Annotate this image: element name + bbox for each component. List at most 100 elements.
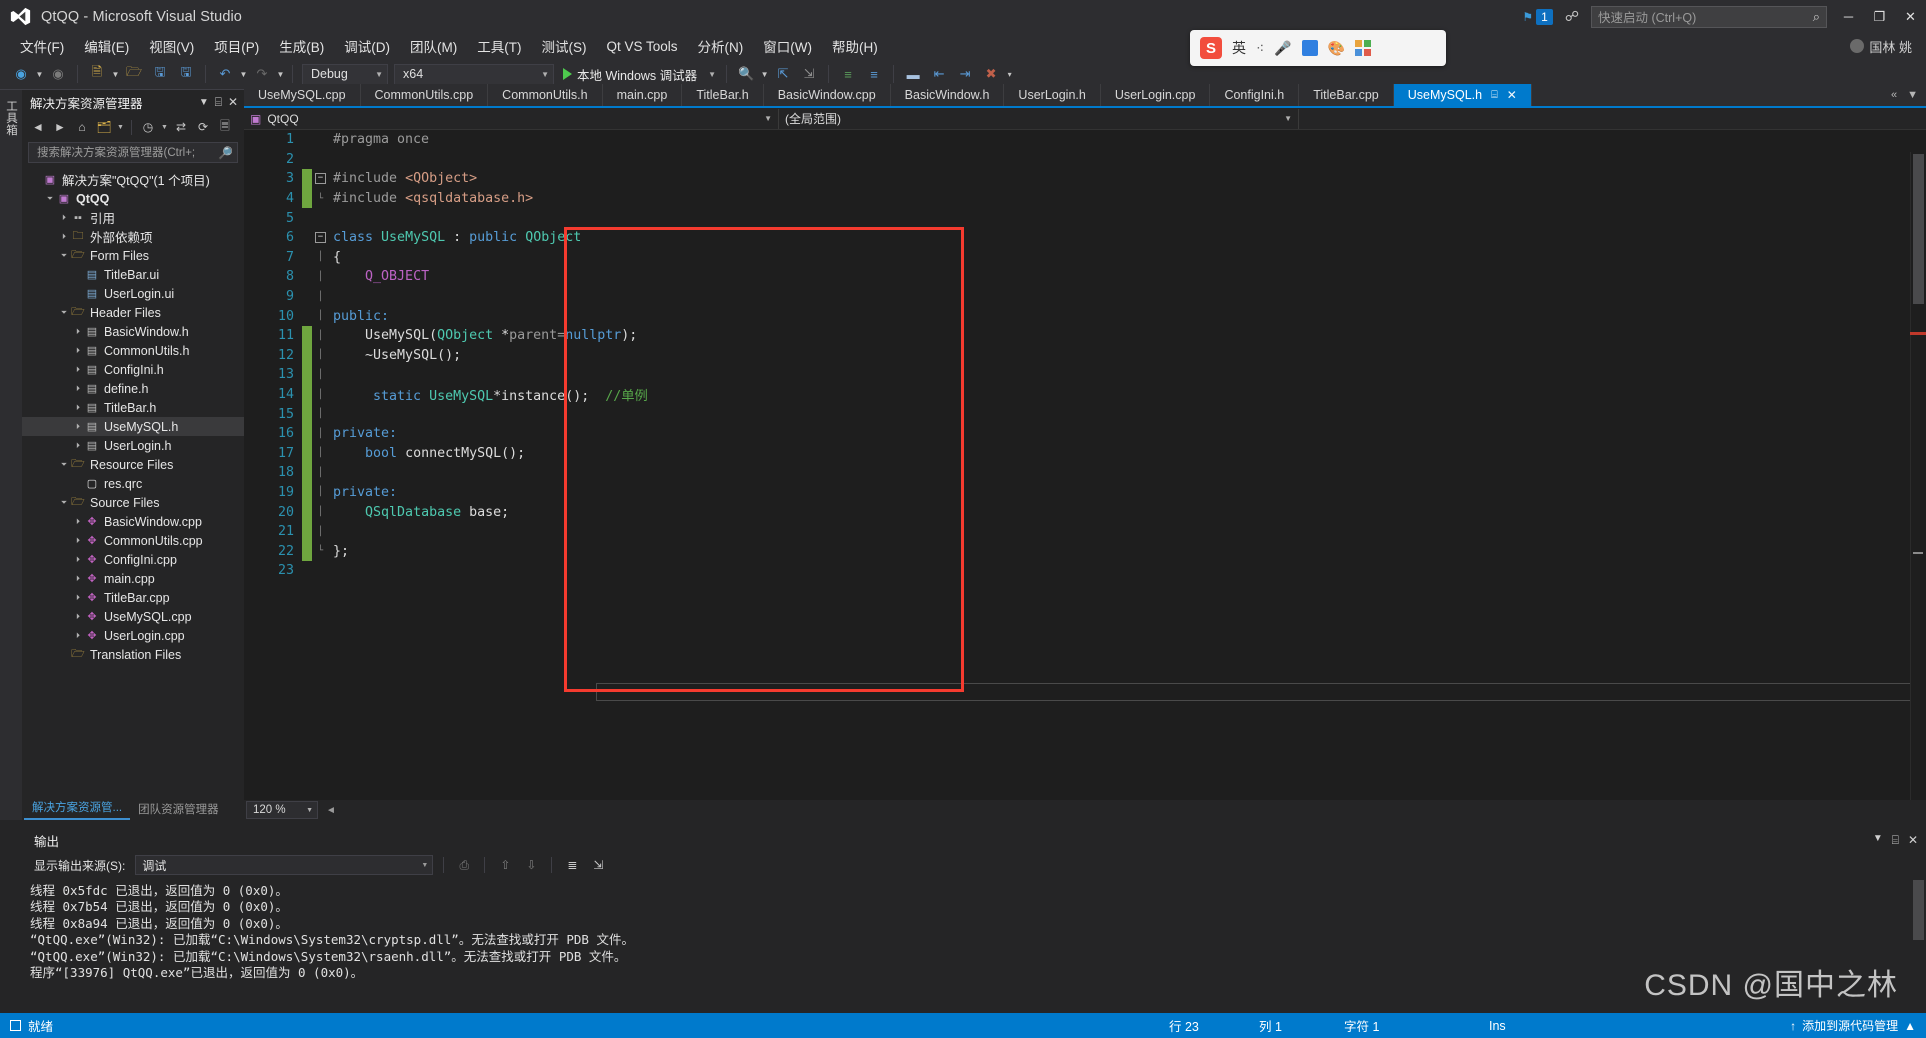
document-tab-basicwindow-h[interactable]: BasicWindow.h: [891, 84, 1005, 106]
maximize-button[interactable]: ❐: [1864, 0, 1895, 33]
feedback-icon[interactable]: ☍: [1565, 8, 1579, 25]
tree-item--[interactable]: ⏵ 🗀 外部依赖项: [22, 227, 244, 246]
tree-item--[interactable]: ⏵ ▪▪ 引用: [22, 208, 244, 227]
menu-project[interactable]: 项目(P): [204, 33, 269, 59]
fold-glyph[interactable]: │: [312, 468, 329, 478]
tree-item--qtqq-1-[interactable]: ▣ 解决方案"QtQQ"(1 个项目): [22, 170, 244, 189]
collapse-arrow-icon[interactable]: ⏵: [72, 403, 84, 413]
close-icon[interactable]: ✕: [1908, 833, 1918, 848]
open-file-icon[interactable]: 🗁: [122, 62, 146, 86]
tab-solution-explorer[interactable]: 解决方案资源管...: [24, 797, 131, 820]
tree-item-userlogin-ui[interactable]: ▤ UserLogin.ui: [22, 284, 244, 303]
collapse-arrow-icon[interactable]: ⏵: [58, 232, 70, 242]
tree-item-configini-h[interactable]: ⏵ ▤ ConfigIni.h: [22, 360, 244, 379]
menu-qt-vs-tools[interactable]: Qt VS Tools: [597, 36, 688, 57]
sync-with-active-document-icon[interactable]: ⇄: [171, 117, 191, 137]
magnifier-icon[interactable]: 🔎: [218, 146, 233, 160]
tree-item-titlebar-ui[interactable]: ▤ TitleBar.ui: [22, 265, 244, 284]
move-down-icon[interactable]: ⇩: [521, 855, 541, 875]
ime-mode-label[interactable]: 英: [1232, 38, 1246, 58]
editor-vertical-scrollbar[interactable]: [1910, 152, 1926, 820]
forward-arrow-icon[interactable]: ►: [50, 117, 70, 137]
clear-bookmarks-icon[interactable]: ✖: [979, 62, 1003, 86]
tree-item-titlebar-h[interactable]: ⏵ ▤ TitleBar.h: [22, 398, 244, 417]
fold-glyph[interactable]: −: [312, 173, 329, 185]
menu-analyze[interactable]: 分析(N): [688, 33, 754, 59]
collapse-arrow-icon[interactable]: ⏵: [72, 441, 84, 451]
close-icon[interactable]: ✕: [228, 95, 238, 109]
output-text-area[interactable]: 线程 0x5fdc 已退出，返回值为 0 (0x0)。 线程 0x7b54 已退出…: [22, 878, 1926, 1000]
redo-icon[interactable]: ↷: [250, 62, 274, 86]
pin-icon[interactable]: ⌸: [215, 95, 222, 110]
collapse-arrow-icon[interactable]: ⏵: [72, 612, 84, 622]
toolbar-overflow-icon[interactable]: ▾: [1004, 70, 1015, 79]
fold-glyph[interactable]: │: [312, 448, 329, 458]
collapse-arrow-icon[interactable]: ⏵: [72, 384, 84, 394]
menu-tools[interactable]: 工具(T): [467, 33, 531, 59]
previous-bookmark-icon[interactable]: ⇤: [927, 62, 951, 86]
chevron-down-icon[interactable]: ▼: [702, 70, 716, 79]
fold-glyph[interactable]: │: [312, 292, 329, 302]
fold-glyph[interactable]: └: [312, 546, 329, 556]
tree-item-resource-files[interactable]: ⏷ 🗁 Resource Files: [22, 455, 244, 474]
document-tab-userlogin-h[interactable]: UserLogin.h: [1004, 84, 1101, 106]
tree-item-main-cpp[interactable]: ⏵ ✥ main.cpp: [22, 569, 244, 588]
navigate-back-icon[interactable]: ◉: [9, 62, 33, 86]
menu-build[interactable]: 生成(B): [269, 33, 334, 59]
uncomment-icon[interactable]: ≡: [862, 62, 886, 86]
fold-glyph[interactable]: │: [312, 527, 329, 537]
solution-tree[interactable]: ▣ 解决方案"QtQQ"(1 个项目) ⏷ ▣ QtQQ ⏵ ▪▪ 引用 ⏵ 🗀 外部依赖项 ⏷ 🗁 Fo…: [22, 167, 244, 798]
expand-arrow-icon[interactable]: ⏷: [58, 460, 70, 470]
tree-item-define-h[interactable]: ⏵ ▤ define.h: [22, 379, 244, 398]
tree-item-qtqq[interactable]: ⏷ ▣ QtQQ: [22, 189, 244, 208]
find-icon[interactable]: 🔍: [734, 62, 758, 86]
tree-item-header-files[interactable]: ⏷ 🗁 Header Files: [22, 303, 244, 322]
fold-glyph[interactable]: │: [312, 272, 329, 282]
chevron-up-icon[interactable]: ▲: [1904, 1019, 1916, 1033]
fold-glyph[interactable]: │: [312, 507, 329, 517]
refresh-icon[interactable]: ⟳: [193, 117, 213, 137]
fold-glyph[interactable]: │: [312, 370, 329, 380]
scrollbar-thumb[interactable]: [1913, 154, 1924, 304]
tree-item-userlogin-cpp[interactable]: ⏵ ✥ UserLogin.cpp: [22, 626, 244, 645]
pending-changes-icon[interactable]: 🗂: [94, 117, 114, 137]
tree-item-basicwindow-cpp[interactable]: ⏵ ✥ BasicWindow.cpp: [22, 512, 244, 531]
tree-item-commonutils-cpp[interactable]: ⏵ ✥ CommonUtils.cpp: [22, 531, 244, 550]
keyboard-icon[interactable]: [1301, 40, 1318, 56]
minimize-button[interactable]: ─: [1833, 0, 1864, 33]
navigate-back-dropdown-icon[interactable]: ▼: [34, 70, 45, 79]
menu-window[interactable]: 窗口(W): [753, 33, 822, 59]
menu-test[interactable]: 测试(S): [532, 33, 597, 59]
document-tab-configini-h[interactable]: ConfigIni.h: [1210, 84, 1300, 106]
code-editor[interactable]: ▣ QtQQ ▼ (全局范围) ▼ 1 #pragma once 2 3 − #…: [244, 108, 1926, 820]
collapse-arrow-icon[interactable]: ⏵: [72, 327, 84, 337]
pin-icon[interactable]: ⌸: [1892, 833, 1899, 848]
code-surface[interactable]: 1 #pragma once 2 3 − #include <QObject>: [244, 130, 1926, 820]
tree-item-titlebar-cpp[interactable]: ⏵ ✥ TitleBar.cpp: [22, 588, 244, 607]
collapse-arrow-icon[interactable]: ⏵: [72, 631, 84, 641]
fold-glyph[interactable]: │: [312, 409, 329, 419]
menu-view[interactable]: 视图(V): [139, 33, 204, 59]
go-to-message-icon[interactable]: ⇲: [588, 855, 608, 875]
document-tab-commonutils-cpp[interactable]: CommonUtils.cpp: [361, 84, 489, 106]
toggle-bookmark-icon[interactable]: ▬: [901, 62, 925, 86]
redo-dropdown-icon[interactable]: ▼: [275, 70, 286, 79]
toggle-word-wrap-icon[interactable]: ≣: [562, 855, 582, 875]
menu-help[interactable]: 帮助(H): [822, 33, 888, 59]
step-over-icon[interactable]: ⇲: [797, 62, 821, 86]
comment-icon[interactable]: ≡: [836, 62, 860, 86]
show-all-files-icon[interactable]: ◷: [138, 117, 158, 137]
document-tab-usemysql-cpp[interactable]: UseMySQL.cpp: [244, 84, 361, 106]
microphone-icon[interactable]: 🎤: [1274, 40, 1291, 57]
menu-team[interactable]: 团队(M): [400, 33, 467, 59]
output-horizontal-scrollbar[interactable]: [22, 986, 1926, 1000]
tab-list-icon[interactable]: ▼: [1907, 89, 1918, 101]
expand-arrow-icon[interactable]: ⏷: [58, 251, 70, 261]
fold-glyph[interactable]: │: [312, 311, 329, 321]
fold-glyph[interactable]: └: [312, 194, 329, 204]
expand-arrow-icon[interactable]: ⏷: [44, 194, 56, 204]
tree-item-translation-files[interactable]: 🗁 Translation Files: [22, 645, 244, 664]
collapse-arrow-icon[interactable]: ⏵: [72, 422, 84, 432]
toolbox-rail[interactable]: 工具箱: [0, 90, 22, 820]
solution-explorer-search[interactable]: 🔎: [28, 142, 238, 163]
